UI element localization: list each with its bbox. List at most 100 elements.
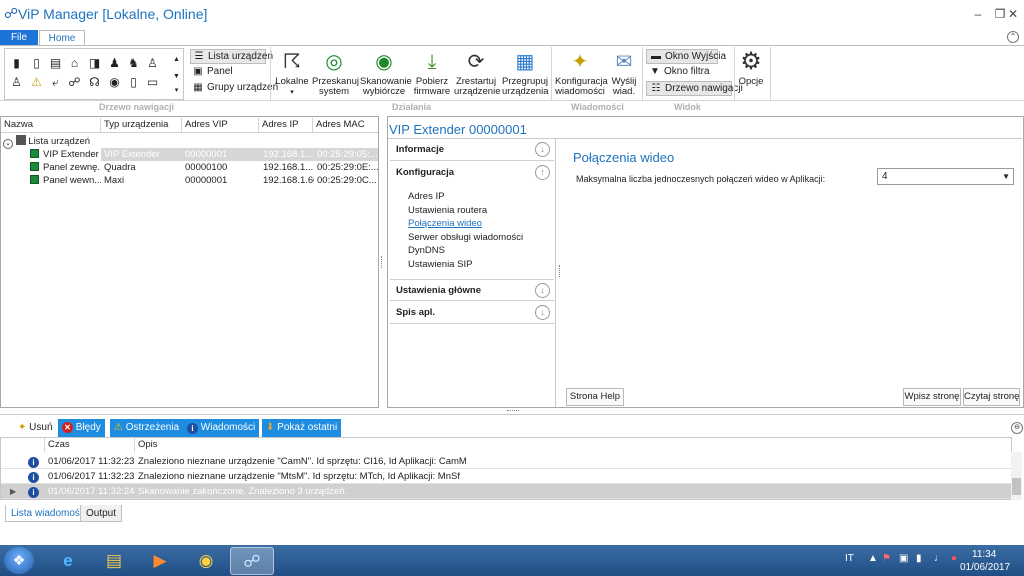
config-item-video[interactable]: Połączenia wideo [408, 218, 482, 229]
tray-expand-icon[interactable]: ▲ [868, 553, 878, 564]
clock-time[interactable]: 11:34 [972, 549, 996, 560]
col-header-type[interactable]: Typ urządzenia [101, 118, 182, 132]
col-header-ip[interactable]: Adres IP [259, 118, 313, 132]
close-icon[interactable]: ✕ [1003, 6, 1023, 22]
vertical-splitter[interactable] [559, 265, 561, 277]
show-last-button[interactable]: ⬇ Pokaż ostatni [262, 419, 342, 437]
tray-flag-icon[interactable]: ⚑ [882, 553, 891, 564]
user-icon[interactable]: ♙ [146, 57, 159, 70]
wrench-icon[interactable]: ⤶ [49, 76, 62, 89]
log-row-selected[interactable]: ▶ i 01/06/2017 11:32:24 Skanowanie zakoń… [1, 484, 1011, 499]
col-header-name[interactable]: Nazwa [1, 118, 101, 132]
log-row[interactable]: i 01/06/2017 11:32:23 Znaleziono nieznan… [1, 469, 1011, 484]
minimize-icon[interactable]: – [968, 6, 988, 22]
start-button[interactable]: ❖ [4, 547, 34, 574]
restart-device-button[interactable]: ⟳ Zrestartuj urządzenie [454, 48, 500, 100]
nav-tree-button[interactable]: ☷ Drzewo nawigacji [646, 81, 743, 96]
section-ustawienia[interactable]: Ustawienia główne ↓ [390, 279, 554, 301]
config-item-dyndns[interactable]: DynDNS [408, 245, 445, 256]
download-firmware-button[interactable]: ⤓ Pobierz firmware [412, 48, 452, 100]
device-phone-icon[interactable]: ▯ [30, 57, 43, 70]
view-panel-button[interactable]: ▣ Panel [190, 65, 266, 80]
tree-row[interactable]: Panel zewnę... Quadra 00000100 192.168.1… [1, 161, 378, 174]
taskbar-chrome-icon[interactable]: ◉ [184, 547, 228, 575]
bell-icon[interactable]: ⚠ [30, 76, 43, 89]
max-video-connections-select[interactable]: 4 ▼ [877, 168, 1014, 185]
taskbar-ie-icon[interactable]: e [46, 547, 90, 575]
tab-home[interactable]: Home [39, 30, 85, 46]
filter-window-button[interactable]: ▼ Okno filtra [646, 65, 718, 80]
taskbar-explorer-icon[interactable]: ▤ [92, 547, 136, 575]
expand-down-icon[interactable]: ↓ [535, 305, 550, 320]
config-item-message-server[interactable]: Serwer obsługi wiadomości [408, 232, 523, 243]
regroup-devices-button[interactable]: ▦ Przegrupuj urządzenia [502, 48, 548, 100]
device-status-icon [30, 149, 39, 158]
home-icon[interactable]: ⌂ [68, 57, 81, 70]
output-window-button[interactable]: ▬ Okno Wyjścia [646, 49, 726, 64]
gallery-down-icon[interactable]: ▼ [170, 70, 183, 83]
col-header-vip[interactable]: Adres VIP [182, 118, 259, 132]
vertical-splitter[interactable] [381, 256, 383, 268]
lokalne-button[interactable]: ☈ Lokalne ▾ [274, 48, 310, 100]
info-icon: i [28, 457, 39, 468]
clear-log-button[interactable]: ✦ Usuń [14, 419, 57, 437]
selective-scan-button[interactable]: ◉ Skanowanie wybiórcze [360, 48, 412, 100]
person-icon[interactable]: ♙ [10, 76, 23, 89]
tray-security-icon[interactable]: ● [951, 553, 957, 564]
warnings-filter-button[interactable]: ⚠ Ostrzeżenia [110, 419, 184, 437]
device-panel-icon[interactable]: ▮ [10, 57, 23, 70]
horizontal-splitter[interactable] [507, 410, 519, 412]
clock-date[interactable]: 01/06/2017 [960, 562, 1010, 573]
section-konfiguracja[interactable]: Konfiguracja ↑ [390, 162, 554, 184]
write-page-button[interactable]: Wpisz stronę [903, 388, 961, 406]
tree-row[interactable]: Panel wewn... Maxi 00000001 192.168.1.60… [1, 174, 378, 187]
section-informacje[interactable]: Informacje ↓ [390, 139, 554, 161]
config-item-router[interactable]: Ustawienia routera [408, 205, 487, 216]
log-row[interactable]: i 01/06/2017 11:32:23 Znaleziono nieznan… [1, 454, 1011, 469]
door-icon[interactable]: ◨ [88, 57, 101, 70]
expand-down-icon[interactable]: ↓ [535, 283, 550, 298]
mobile-icon[interactable]: ▯ [127, 76, 140, 89]
tab-file[interactable]: File [0, 30, 38, 45]
collapse-ribbon-icon[interactable]: ⌃ [1007, 31, 1019, 43]
taskbar-media-icon[interactable]: ▶ [138, 547, 182, 575]
gallery-expand-icon[interactable]: ▾ [170, 84, 183, 97]
close-log-icon[interactable]: ⊖ [1011, 422, 1023, 434]
tray-volume-icon[interactable]: ♩ [934, 553, 944, 564]
tree-root[interactable]: ⌄ Lista urządzeń [3, 135, 373, 149]
collapse-up-icon[interactable]: ↑ [535, 165, 550, 180]
camera-icon[interactable]: ◉ [108, 76, 121, 89]
device-network-icon[interactable]: ▤ [49, 57, 62, 70]
tree-row[interactable]: VIP Extender VIP Extender 00000001 192.1… [1, 148, 378, 161]
group-users-icon[interactable]: ♟ [108, 57, 121, 70]
view-groups-button[interactable]: ▦ Grupy urządzeń [190, 81, 278, 96]
language-indicator[interactable]: IT [845, 553, 854, 564]
col-header-mac[interactable]: Adres MAC [313, 118, 378, 132]
log-scrollbar-thumb[interactable] [1012, 478, 1021, 495]
help-page-button[interactable]: Strona Help [566, 388, 624, 406]
info-icon: i [187, 423, 198, 434]
tray-device-icon[interactable]: ▣ [899, 553, 908, 564]
read-page-button[interactable]: Czytaj stronę [963, 388, 1020, 406]
message-config-button[interactable]: ✦ Konfiguracja wiadomości [555, 48, 608, 100]
options-button[interactable]: ⚙ Opcje [736, 48, 766, 100]
user-group-icon[interactable]: ♞ [127, 57, 140, 70]
network-icon[interactable]: ☍ [68, 76, 81, 89]
messages-filter-button[interactable]: i Wiadomości [183, 419, 260, 437]
view-device-list-button[interactable]: ☰ Lista urządzeń [190, 49, 273, 64]
gallery-up-icon[interactable]: ▲ [170, 53, 183, 66]
tab-output[interactable]: Output [80, 505, 123, 522]
monitor-icon[interactable]: ▭ [146, 76, 159, 89]
log-col-desc[interactable]: Opis [135, 438, 1011, 452]
expand-down-icon[interactable]: ↓ [535, 142, 550, 157]
config-item-adres-ip[interactable]: Adres IP [408, 191, 444, 202]
send-message-button[interactable]: ✉ Wyślij wiad. [608, 48, 640, 100]
scan-system-button[interactable]: ◎ Przeskanuj system [312, 48, 359, 100]
tray-network-icon[interactable]: ▮ [916, 553, 922, 564]
section-spis[interactable]: Spis apl. ↓ [390, 302, 554, 324]
taskbar-vip-manager-icon[interactable]: ☍ [230, 547, 274, 575]
headset-icon[interactable]: ☊ [88, 76, 101, 89]
errors-filter-button[interactable]: ✕ Błędy [58, 419, 105, 437]
config-item-sip[interactable]: Ustawienia SIP [408, 259, 472, 270]
log-col-time[interactable]: Czas [45, 438, 135, 452]
